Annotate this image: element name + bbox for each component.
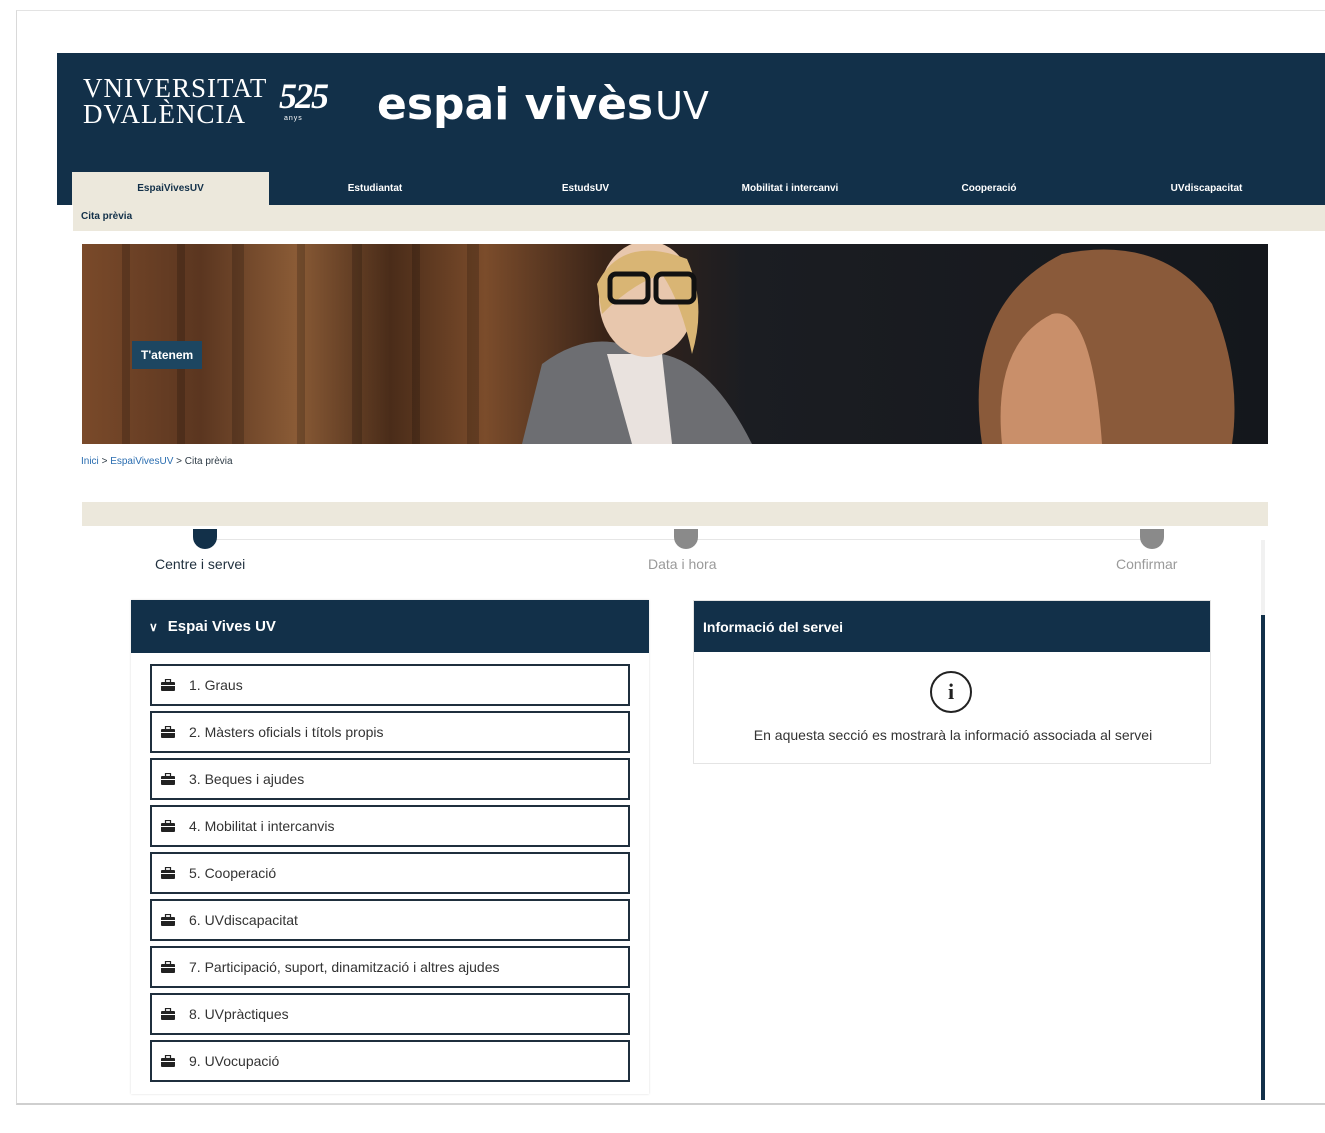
- step-label-data: Data i hora: [648, 556, 717, 572]
- main-nav: EspaiVivesUV Estudiantat EstudsUV Mobili…: [72, 172, 1325, 205]
- breadcrumb-current: Cita prèvia: [184, 456, 233, 467]
- service-item-graus[interactable]: 1. Graus: [150, 664, 630, 706]
- briefcase-icon: [161, 867, 175, 879]
- service-item-cooperacio[interactable]: 5. Cooperació: [150, 852, 630, 894]
- site-suffix: UV: [655, 84, 709, 128]
- services-panel-title: Espai Vives UV: [167, 618, 276, 635]
- services-panel: ∨ Espai Vives UV 1. Graus 2. Màsters ofi…: [131, 600, 649, 1094]
- nav-tab-espaivivesuv[interactable]: EspaiVivesUV: [72, 172, 269, 205]
- nav-tab-estudiantat[interactable]: Estudiantat: [269, 172, 481, 205]
- service-info-title: Informació del servei: [694, 601, 1210, 652]
- briefcase-icon: [161, 961, 175, 973]
- briefcase-icon: [161, 679, 175, 691]
- section-bar: [82, 502, 1268, 526]
- anniversary-logo: 525: [279, 76, 329, 116]
- service-item-beques[interactable]: 3. Beques i ajudes: [150, 758, 630, 800]
- service-info-message: En aquesta secció es mostrarà la informa…: [753, 727, 1153, 743]
- service-item-uvpractiques[interactable]: 8. UVpràctiques: [150, 993, 630, 1035]
- service-info-panel: Informació del servei i En aquesta secci…: [693, 600, 1211, 764]
- nav-tab-mobilitat[interactable]: Mobilitat i intercanvi: [690, 172, 890, 205]
- anniversary-subtitle: anys: [284, 115, 303, 122]
- site-header: VNIVERSITAT DVALÈNCIA 525 anys espai viv…: [57, 53, 1325, 205]
- banner-person-left: [522, 244, 752, 444]
- services-panel-header[interactable]: ∨ Espai Vives UV: [131, 600, 649, 653]
- banner-label: T'atenem: [132, 341, 203, 369]
- info-icon: i: [930, 671, 972, 713]
- site-logo[interactable]: espai vivèsUV: [377, 79, 709, 130]
- briefcase-icon: [161, 914, 175, 926]
- briefcase-icon: [161, 1008, 175, 1020]
- hero-banner: T'atenem: [82, 244, 1268, 444]
- university-logo[interactable]: VNIVERSITAT DVALÈNCIA: [83, 75, 267, 128]
- step-label-confirmar: Confirmar: [1116, 556, 1178, 572]
- chevron-down-icon: ∨: [149, 619, 158, 634]
- service-item-participacio[interactable]: 7. Participació, suport, dinamització i …: [150, 946, 630, 988]
- breadcrumb-section[interactable]: EspaiVivesUV: [110, 456, 173, 467]
- briefcase-icon: [161, 726, 175, 738]
- briefcase-icon: [161, 820, 175, 832]
- nav-tab-cooperacio[interactable]: Cooperació: [890, 172, 1088, 205]
- service-item-uvocupacio[interactable]: 9. UVocupació: [150, 1040, 630, 1082]
- nav-tab-uvdiscapacitat[interactable]: UVdiscapacitat: [1088, 172, 1325, 205]
- scrollbar-thumb[interactable]: [1261, 615, 1265, 1100]
- subnav-cita-previa[interactable]: Cita prèvia: [73, 205, 1325, 231]
- step-label-centre: Centre i servei: [155, 556, 246, 572]
- services-list: 1. Graus 2. Màsters oficials i títols pr…: [150, 664, 630, 1087]
- service-item-uvdiscapacitat[interactable]: 6. UVdiscapacitat: [150, 899, 630, 941]
- service-item-mobilitat[interactable]: 4. Mobilitat i intercanvis: [150, 805, 630, 847]
- breadcrumb: Inici > EspaiVivesUV > Cita prèvia: [81, 456, 233, 467]
- site-name: espai vivès: [377, 79, 654, 130]
- briefcase-icon: [161, 773, 175, 785]
- service-item-masters[interactable]: 2. Màsters oficials i títols propis: [150, 711, 630, 753]
- banner-person-right: [978, 249, 1235, 444]
- briefcase-icon: [161, 1055, 175, 1067]
- breadcrumb-home[interactable]: Inici: [81, 456, 99, 467]
- nav-tab-estudisuv[interactable]: EstudsUV: [481, 172, 690, 205]
